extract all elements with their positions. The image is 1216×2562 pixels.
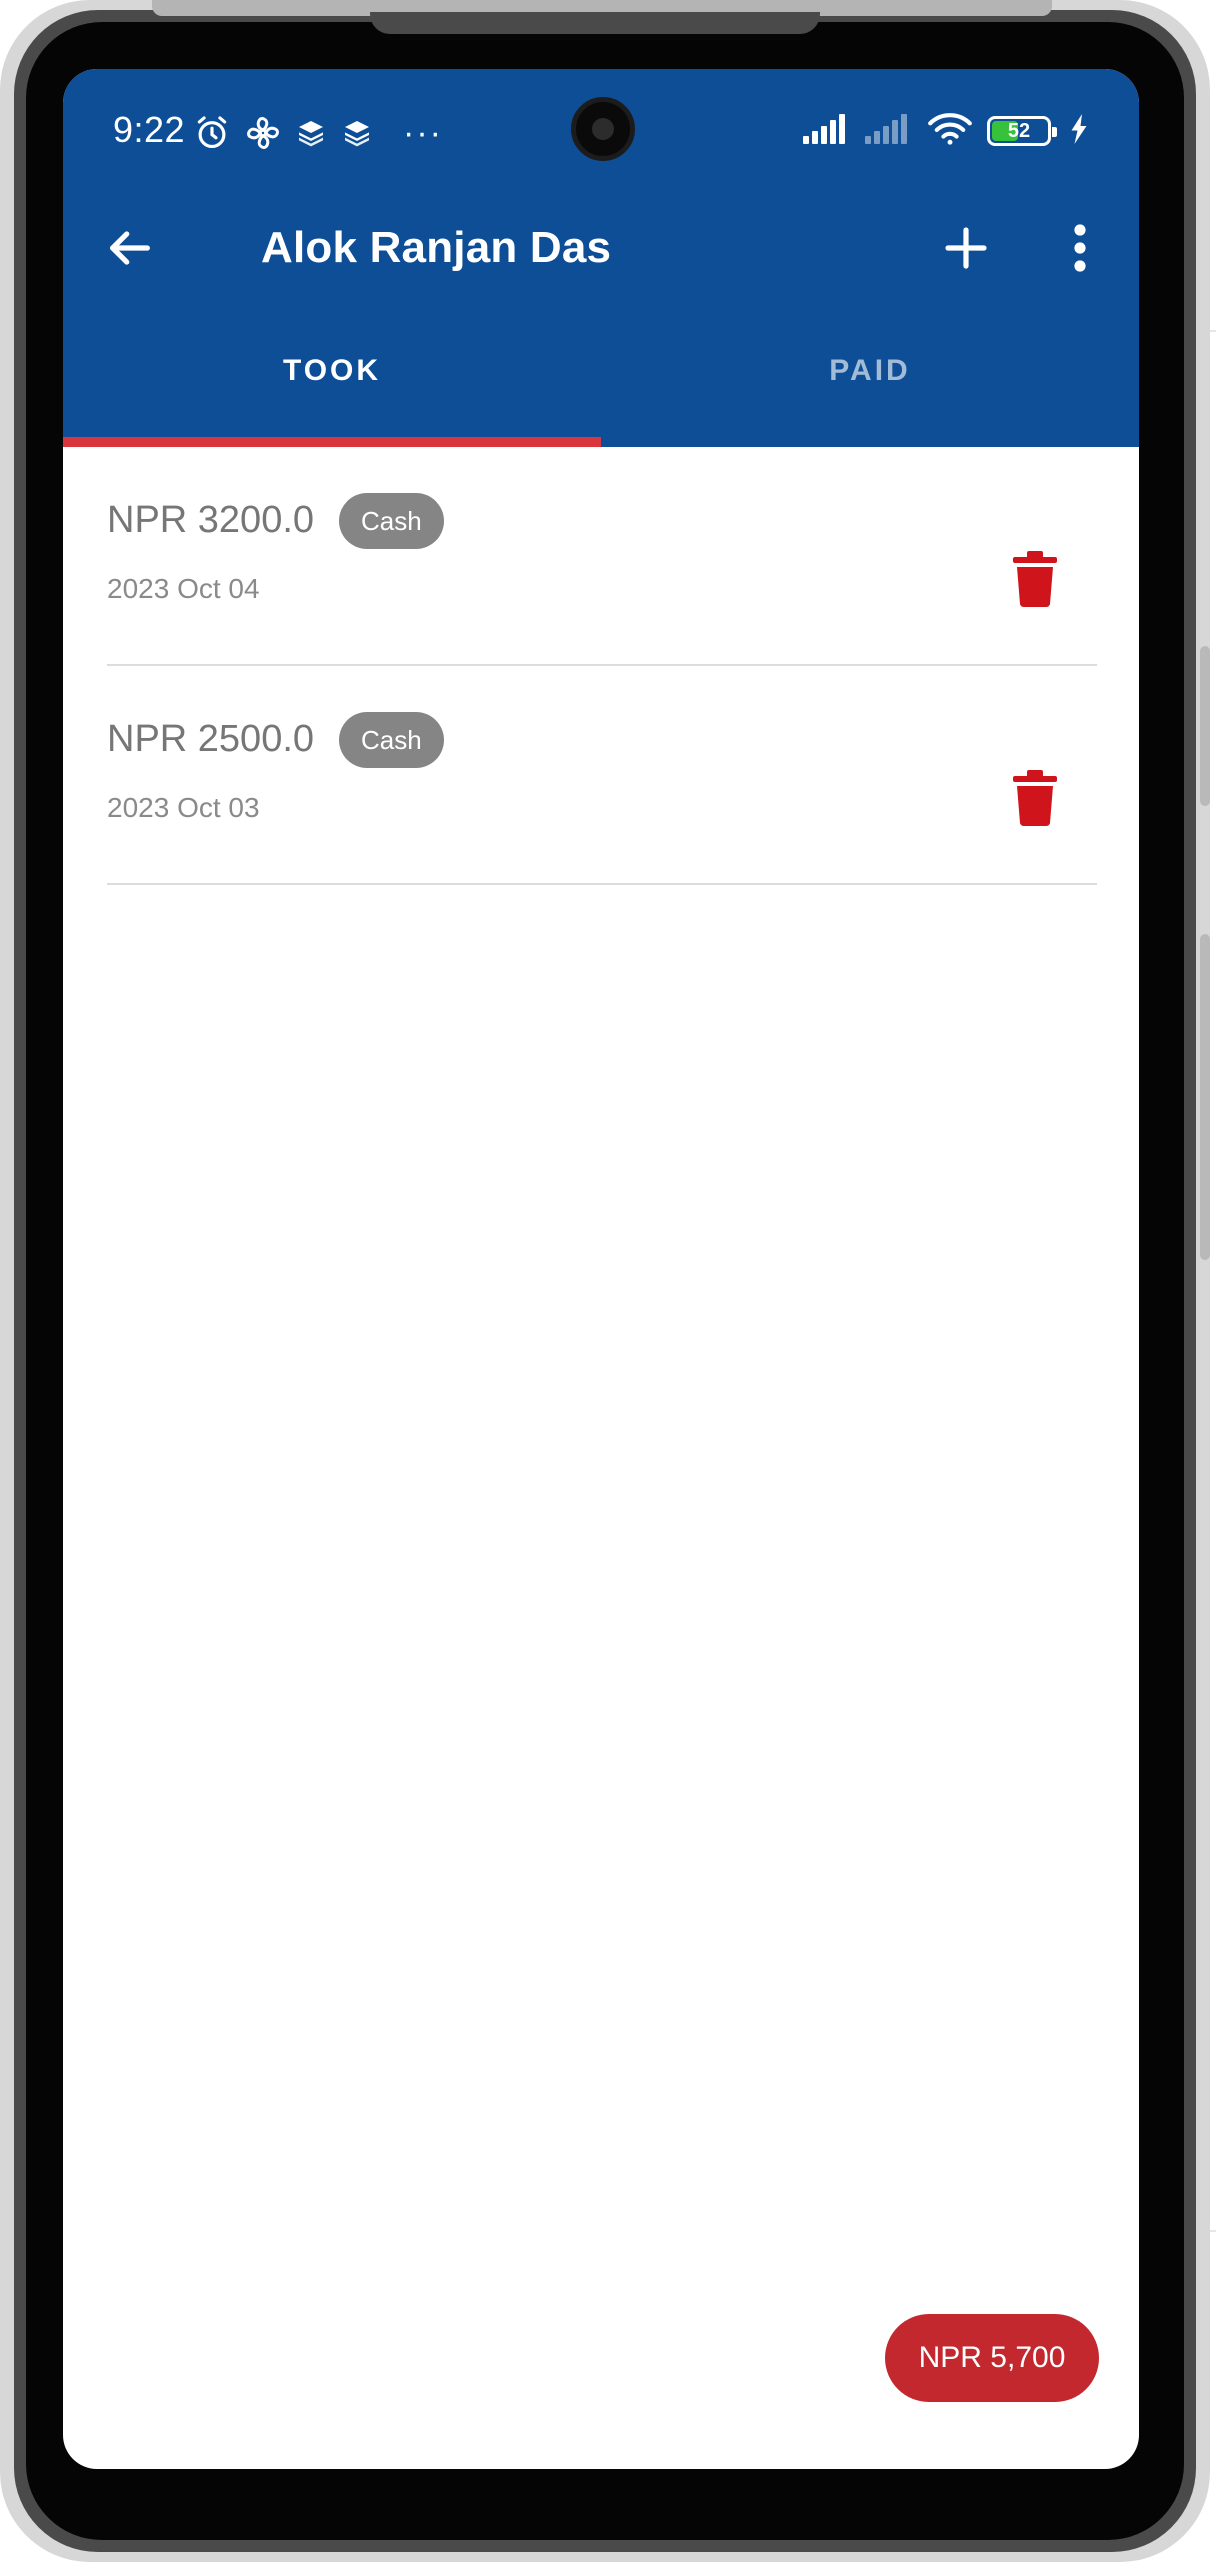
phone-top-notch [370, 12, 820, 34]
payment-method-chip: Cash [339, 493, 444, 549]
more-vertical-icon [1072, 223, 1088, 277]
trash-icon [1013, 769, 1057, 831]
status-time: 9:22 [113, 109, 186, 150]
back-button[interactable] [99, 219, 161, 281]
charging-icon [1069, 113, 1089, 149]
more-options-button[interactable] [1055, 217, 1105, 283]
layers-icon [341, 117, 373, 149]
payment-method-chip: Cash [339, 712, 444, 768]
status-bar: 9:22 ··· 52 [63, 69, 1139, 191]
plus-icon [942, 224, 990, 277]
tab-paid[interactable]: PAID [601, 309, 1139, 447]
delete-entry-button[interactable] [1009, 769, 1061, 831]
device-stage: 9:22 ··· 52 Alok Ranjan Das TOOK PAID NP… [0, 0, 1216, 2562]
tab-label: PAID [829, 354, 911, 387]
trash-icon [1013, 550, 1057, 612]
toolbar: Alok Ranjan Das [63, 191, 1139, 309]
battery-percent: 52 [1007, 119, 1031, 142]
layers-icon [295, 117, 327, 149]
divider [107, 883, 1097, 885]
transaction-list: NPR 3200.0 Cash 2023 Oct 04 NPR 2500.0 C… [63, 447, 1139, 885]
overflow-dots: ··· [403, 113, 443, 152]
tab-bar: TOOK PAID [63, 309, 1139, 447]
list-item[interactable]: NPR 2500.0 Cash 2023 Oct 03 [63, 666, 1139, 885]
volume-button [1200, 646, 1210, 806]
wifi-icon [927, 112, 973, 151]
tab-took[interactable]: TOOK [63, 309, 601, 447]
list-item[interactable]: NPR 3200.0 Cash 2023 Oct 04 [63, 447, 1139, 666]
tab-label: TOOK [282, 354, 382, 387]
status-icons-left: ··· [193, 113, 443, 153]
fan-icon [245, 115, 281, 151]
page-title: Alok Ranjan Das [261, 223, 612, 272]
battery-icon: 52 [987, 116, 1057, 146]
power-button [1200, 934, 1210, 1260]
signal-icon [803, 113, 851, 149]
arrow-left-icon [104, 222, 156, 279]
total-amount-badge[interactable]: NPR 5,700 [885, 2314, 1099, 2402]
signal-weak-icon [865, 113, 913, 149]
delete-entry-button[interactable] [1009, 550, 1061, 612]
tab-active-indicator [63, 437, 601, 447]
app-bar: 9:22 ··· 52 Alok Ranjan Das TOOK PAID [63, 69, 1139, 447]
entry-amount: NPR 3200.0 [107, 499, 315, 541]
add-entry-button[interactable] [933, 217, 999, 283]
front-camera [571, 97, 635, 161]
battery-tip [1052, 127, 1057, 137]
status-icons-right: 52 [803, 111, 1089, 151]
entry-date: 2023 Oct 03 [107, 792, 260, 823]
entry-date: 2023 Oct 04 [107, 573, 260, 604]
entry-amount: NPR 2500.0 [107, 718, 315, 760]
alarm-icon [193, 114, 231, 152]
app-screen: 9:22 ··· 52 Alok Ranjan Das TOOK PAID NP… [63, 69, 1139, 2469]
